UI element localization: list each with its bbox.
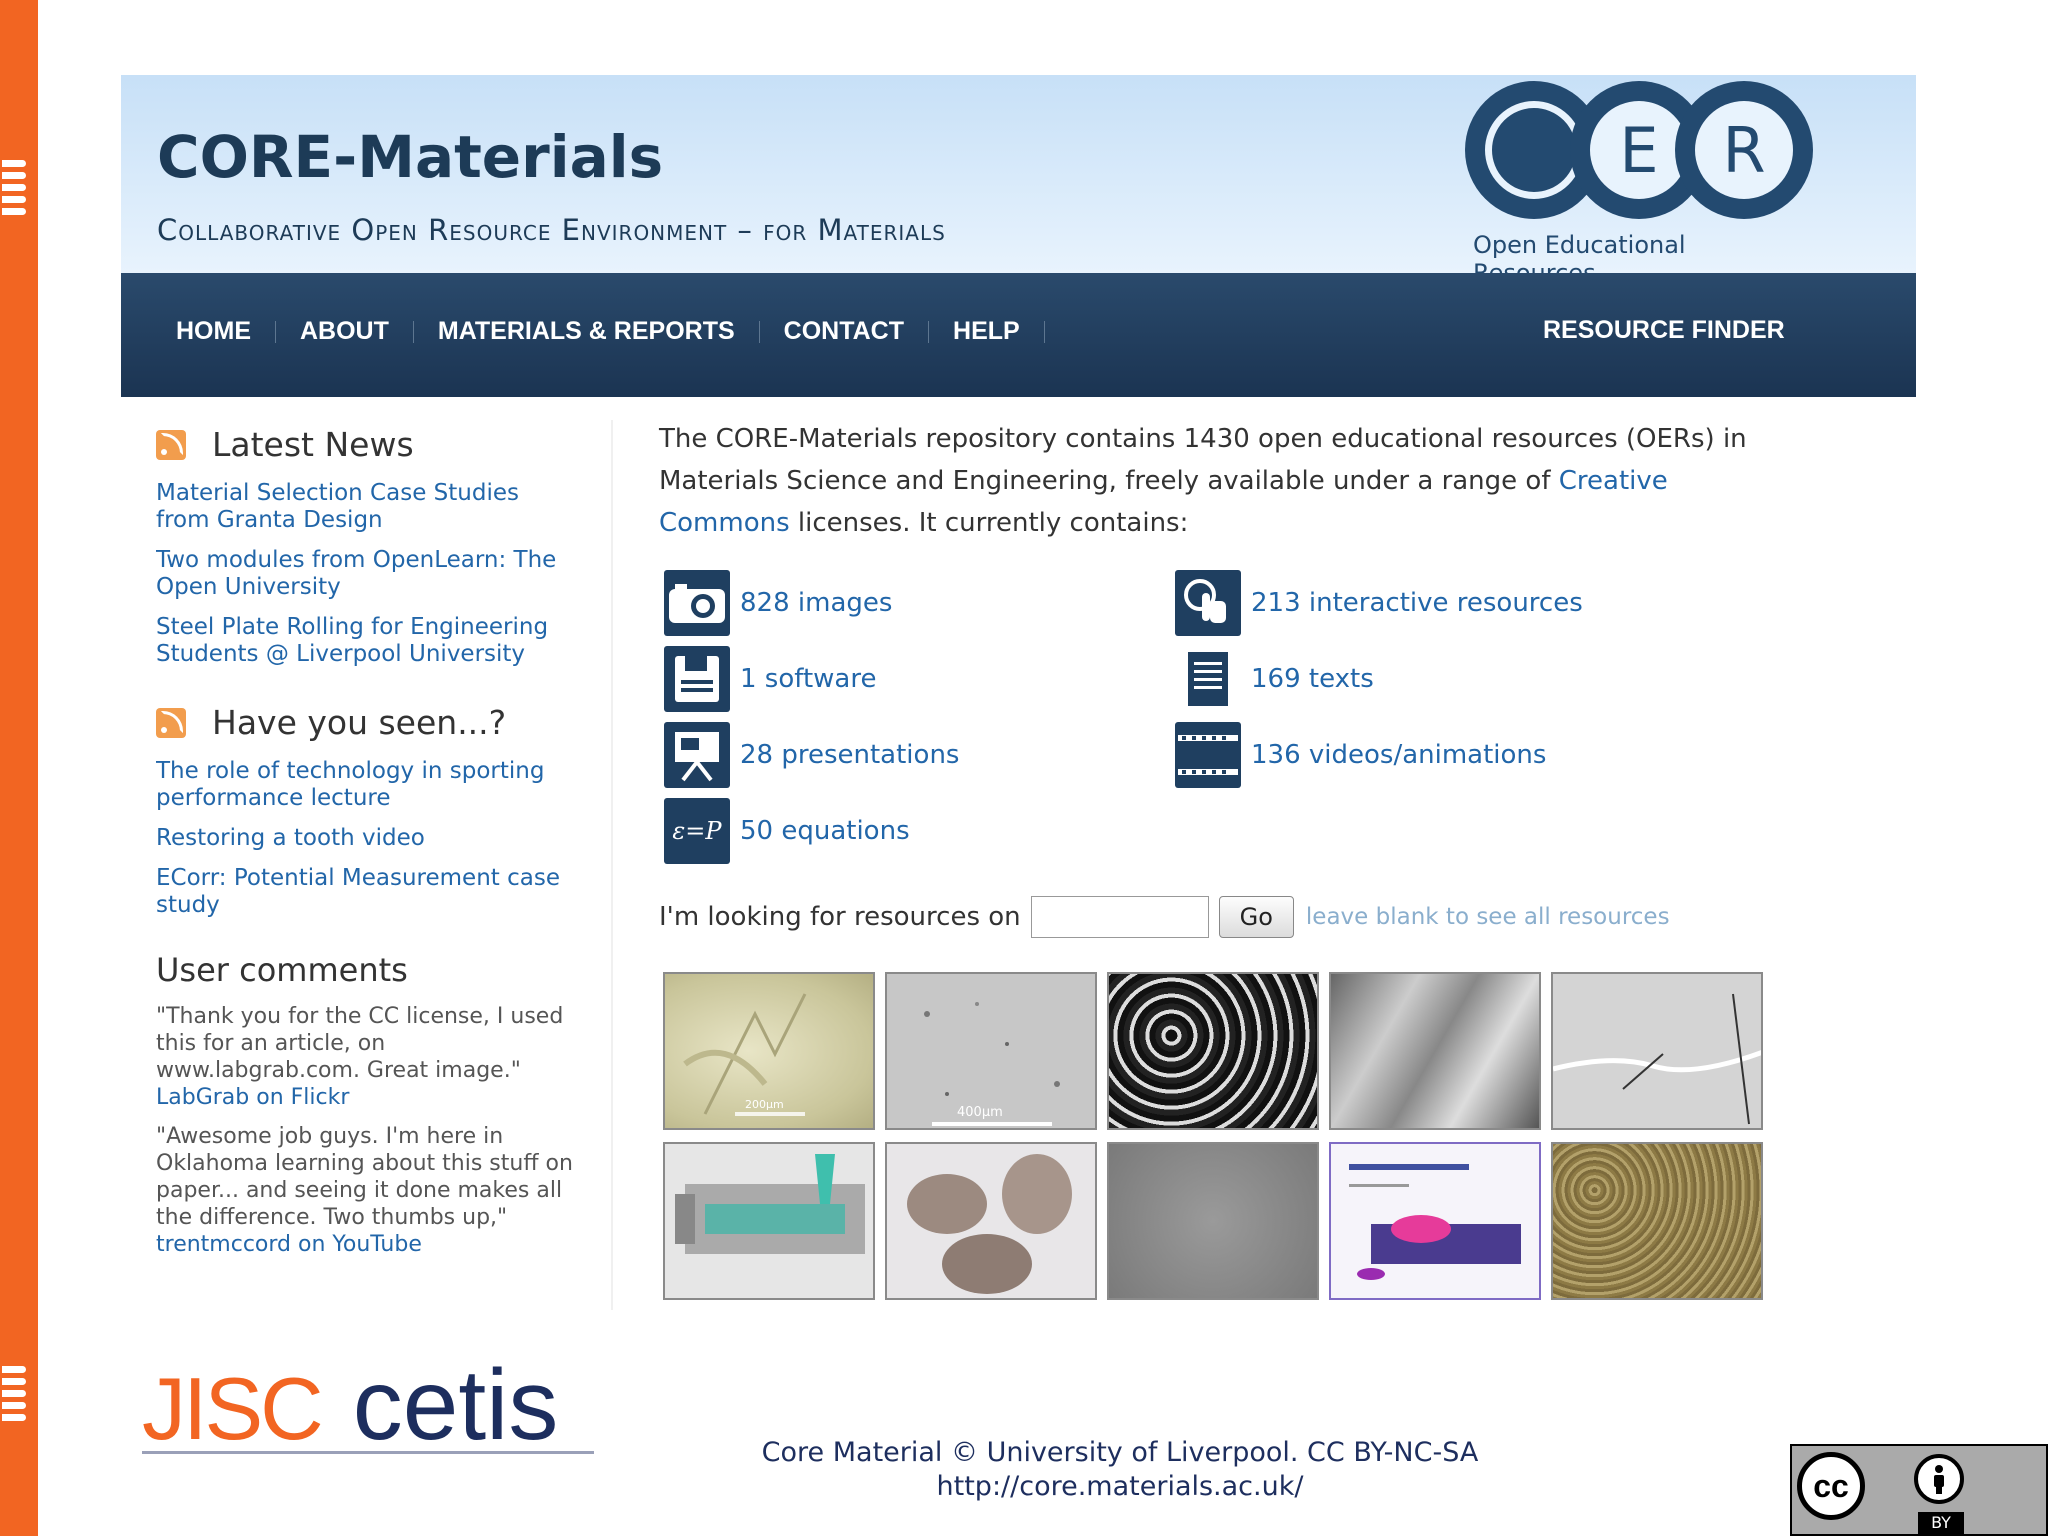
rss-feed-icon[interactable] [156,707,186,738]
resource-presentations-label: 28 presentations [740,740,960,770]
search-hint: leave blank to see all resources [1305,904,1670,930]
floppy-disk-icon [664,646,730,712]
creative-commons-icon: cc [1797,1452,1865,1520]
footer-credit: Core Material © University of Liverpool.… [700,1436,1540,1504]
nav-divider [412,320,414,343]
column-divider [611,420,613,1310]
news-link[interactable]: Material Selection Case Studies from Gra… [156,480,576,534]
comment-source-link[interactable]: trentmccord on YouTube [156,1232,422,1257]
nav-divider [275,320,276,343]
menu-lines-icon [2,160,26,220]
nav-divider [758,320,760,343]
resource-interactive-link[interactable]: 213 interactive resources [1175,570,1583,636]
site-banner: CORE-Materials Collaborative Open Resour… [121,75,1916,287]
resource-images-label: 828 images [740,588,893,618]
featured-link[interactable]: Restoring a tooth video [156,825,576,852]
resource-search-input[interactable] [1030,896,1209,938]
main-nav: HOME ABOUT MATERIALS & REPORTS CONTACT H… [121,273,1916,397]
latest-news-title: Latest News [212,425,414,464]
nav-about[interactable]: ABOUT [300,317,389,346]
resource-software-link[interactable]: 1 software [664,646,876,712]
resource-texts-link[interactable]: 169 texts [1175,646,1374,712]
thumbnail-image[interactable] [1107,1142,1319,1300]
nav-home[interactable]: HOME [176,317,251,346]
thumbnail-image[interactable] [1329,1142,1541,1300]
jisc-logo-text: JISC [142,1359,324,1458]
thumbnail-image[interactable] [885,1142,1097,1300]
oer-letter-r: R [1675,81,1813,219]
resource-equations-link[interactable]: ε=P 50 equations [664,798,910,864]
oer-logo[interactable]: E R Open Educational Resources [1445,81,1813,287]
thumbnail-image[interactable] [663,1142,875,1300]
featured-link[interactable]: ECorr: Potential Measurement case study [156,865,576,919]
comment-source-link[interactable]: LabGrab on Flickr [156,1085,349,1110]
thumbnail-image[interactable]: 200µm [663,972,875,1130]
attribution-person-icon [1914,1454,1964,1504]
cetis-logo-text: cetis [352,1349,559,1461]
nav-divider [928,320,930,343]
film-strip-icon [1175,722,1241,788]
comment-text: "Awesome job guys. I'm here in Oklahoma … [156,1124,573,1230]
copyright-text: Core Material © University of Liverpool.… [761,1437,1479,1468]
logo-underline [142,1451,594,1454]
resource-videos-link[interactable]: 136 videos/animations [1175,722,1546,788]
scale-bar-label: 400µm [957,1105,1003,1120]
thumbnail-image[interactable] [1551,1142,1763,1300]
camera-icon [664,570,730,636]
rss-feed-icon[interactable] [156,429,186,460]
news-link[interactable]: Two modules from OpenLearn: The Open Uni… [156,547,576,601]
site-subtitle: Collaborative Open Resource Environment … [157,213,946,247]
thumbnail-gallery: 200µm 400µm [663,972,1773,1312]
resource-interactive-label: 213 interactive resources [1251,588,1583,618]
resource-search-row: I'm looking for resources on Go leave bl… [659,896,1670,938]
featured-link[interactable]: The role of technology in sporting perfo… [156,758,576,812]
presentation-icon [664,722,730,788]
intro-text: The CORE-Materials repository contains 1… [659,418,1789,544]
user-comments-heading: User comments [156,951,408,989]
resource-equations-label: 50 equations [740,816,910,846]
user-comment: "Thank you for the CC license, I used th… [156,1003,576,1111]
latest-news-heading: Latest News [156,425,576,464]
interactive-hand-icon [1175,570,1241,636]
resource-videos-label: 136 videos/animations [1251,740,1547,770]
thumbnail-image[interactable] [1107,972,1319,1130]
have-you-seen-title: Have you seen...? [212,703,507,742]
thumbnail-image[interactable]: 400µm [885,972,1097,1130]
intro-part: licenses. It currently contains: [789,508,1189,538]
menu-lines-icon [2,1366,26,1426]
resource-images-link[interactable]: 828 images [664,570,892,636]
nav-materials-reports[interactable]: MATERIALS & REPORTS [438,317,735,346]
resource-presentations-link[interactable]: 28 presentations [664,722,959,788]
user-comment: "Awesome job guys. I'm here in Oklahoma … [156,1123,576,1258]
site-title[interactable]: CORE-Materials [157,123,663,191]
scale-bar-label: 200µm [745,1098,784,1111]
equation-icon: ε=P [664,798,730,864]
resource-software-label: 1 software [740,664,877,694]
comment-text: "Thank you for the CC license, I used th… [156,1004,564,1083]
nav-help[interactable]: HELP [953,317,1020,346]
nav-resource-finder[interactable]: RESOURCE FINDER [1543,316,1785,345]
jisc-cetis-logo[interactable]: JISC cetis [142,1348,558,1463]
thumbnail-image[interactable] [1551,972,1763,1130]
search-label: I'm looking for resources on [659,902,1021,932]
sidebar: Latest News Material Selection Case Stud… [156,425,576,1315]
nav-divider [1043,320,1045,343]
site-url[interactable]: http://core.materials.ac.uk/ [700,1470,1540,1504]
document-icon [1175,646,1241,712]
go-button[interactable]: Go [1218,896,1294,938]
nav-contact[interactable]: CONTACT [784,317,904,346]
by-label: BY [1918,1512,1964,1534]
side-accent-bar [0,0,38,1536]
news-link[interactable]: Steel Plate Rolling for Engineering Stud… [156,614,576,668]
have-you-seen-heading: Have you seen...? [156,703,576,742]
thumbnail-image[interactable] [1329,972,1541,1130]
resource-texts-label: 169 texts [1251,664,1374,694]
cc-license-badge[interactable]: cc BY [1790,1444,2048,1536]
